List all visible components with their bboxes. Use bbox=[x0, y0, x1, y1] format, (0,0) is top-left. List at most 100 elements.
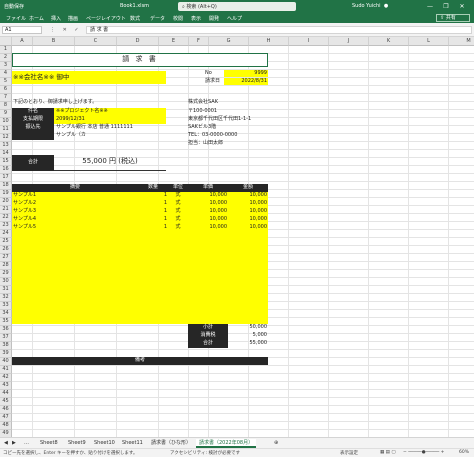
item-name[interactable]: サンプル1 bbox=[13, 192, 133, 199]
row-header[interactable]: 35 bbox=[0, 318, 12, 326]
item-qty[interactable]: 1 bbox=[138, 200, 167, 207]
tab-file[interactable]: ファイル bbox=[6, 15, 26, 22]
column-header[interactable]: L bbox=[409, 37, 449, 46]
row-header[interactable]: 1 bbox=[0, 46, 12, 54]
row-header[interactable]: 4 bbox=[0, 70, 12, 78]
name-box[interactable]: A1 bbox=[2, 26, 42, 34]
grand-total-value[interactable]: 55,000 bbox=[228, 340, 268, 347]
sheet-tab-sheet11[interactable]: Sheet11 bbox=[122, 439, 143, 448]
row-header[interactable]: 29 bbox=[0, 270, 12, 278]
row-header[interactable]: 34 bbox=[0, 310, 12, 318]
item-name[interactable]: サンプル4 bbox=[13, 216, 133, 223]
row-header[interactable]: 11 bbox=[0, 126, 12, 134]
row-header[interactable]: 31 bbox=[0, 286, 12, 294]
customer-name[interactable]: ※※会社名※※ 御中 bbox=[13, 74, 69, 81]
row-header[interactable]: 18 bbox=[0, 182, 12, 190]
item-unit[interactable]: 式 bbox=[168, 224, 188, 231]
column-header[interactable]: D bbox=[117, 37, 159, 46]
row-header[interactable]: 37 bbox=[0, 334, 12, 342]
row-header[interactable]: 9 bbox=[0, 110, 12, 118]
user-name[interactable]: Sudo Yuichi bbox=[352, 3, 381, 9]
bank-line-2[interactable]: サンプル（カ bbox=[56, 132, 86, 139]
tab-help[interactable]: ヘルプ bbox=[227, 15, 242, 22]
tab-draw[interactable]: 描画 bbox=[68, 15, 78, 22]
row-header[interactable]: 36 bbox=[0, 326, 12, 334]
item-unit[interactable]: 式 bbox=[168, 200, 188, 207]
tab-home[interactable]: ホーム bbox=[29, 15, 44, 22]
row-header[interactable]: 26 bbox=[0, 246, 12, 254]
company-name[interactable]: 株式会社SAK bbox=[188, 99, 218, 106]
company-staff[interactable]: 担当：山田太郎 bbox=[188, 140, 223, 147]
row-header[interactable]: 21 bbox=[0, 206, 12, 214]
row-header[interactable]: 30 bbox=[0, 278, 12, 286]
row-header[interactable]: 39 bbox=[0, 350, 12, 358]
minimize-button[interactable]: — bbox=[426, 2, 434, 11]
row-header[interactable]: 2 bbox=[0, 54, 12, 62]
add-sheet-icon[interactable]: ⊕ bbox=[274, 439, 278, 448]
item-price[interactable]: 10,000 bbox=[188, 224, 228, 231]
search-box[interactable]: ⌕ 検索 (Alt+Q) bbox=[178, 2, 296, 11]
due-value[interactable]: 2099/12/31 bbox=[56, 116, 85, 123]
item-amount[interactable]: 10,000 bbox=[228, 200, 268, 207]
column-header[interactable]: J bbox=[329, 37, 369, 46]
sheet-tab-sheet8[interactable]: Sheet8 bbox=[40, 439, 58, 448]
share-button[interactable]: ⇪ 共有 bbox=[436, 14, 470, 22]
tab-formulas[interactable]: 数式 bbox=[130, 15, 140, 22]
tab-scroll-left-icon[interactable]: ◀ bbox=[4, 439, 8, 448]
item-qty[interactable]: 1 bbox=[138, 192, 167, 199]
total-value[interactable]: 55,000 円 (税込) bbox=[54, 158, 166, 165]
column-header[interactable]: M bbox=[449, 37, 474, 46]
column-header[interactable]: H bbox=[249, 37, 289, 46]
row-header[interactable]: 15 bbox=[0, 158, 12, 166]
row-header[interactable]: 32 bbox=[0, 294, 12, 302]
item-price[interactable]: 10,000 bbox=[188, 200, 228, 207]
row-header[interactable]: 7 bbox=[0, 94, 12, 102]
view-mode-icons[interactable]: ▦ ▤ ▢ bbox=[380, 450, 396, 455]
tax-value[interactable]: 5,000 bbox=[228, 332, 267, 339]
greeting-text[interactable]: 下記のとおり、御請求申し上げます。 bbox=[13, 99, 97, 106]
row-header[interactable]: 33 bbox=[0, 302, 12, 310]
company-building[interactable]: SAKビル3階 bbox=[188, 124, 216, 131]
row-header[interactable]: 27 bbox=[0, 254, 12, 262]
close-button[interactable]: ✕ bbox=[458, 2, 466, 11]
row-header[interactable]: 28 bbox=[0, 262, 12, 270]
row-header[interactable]: 12 bbox=[0, 134, 12, 142]
column-header[interactable]: G bbox=[209, 37, 249, 46]
item-name[interactable]: サンプル2 bbox=[13, 200, 133, 207]
tab-view[interactable]: 表示 bbox=[191, 15, 201, 22]
item-amount[interactable]: 10,000 bbox=[228, 192, 268, 199]
row-header[interactable]: 47 bbox=[0, 414, 12, 422]
tab-scroll-right-icon[interactable]: ▶ bbox=[12, 439, 16, 448]
sheet-tab-template[interactable]: 請求書（ひな形） bbox=[151, 439, 191, 448]
zoom-level[interactable]: 60% bbox=[459, 450, 469, 455]
column-header[interactable]: F bbox=[189, 37, 209, 46]
worksheet-grid[interactable]: ABCDEFGHIJKLM 1 2 3 4 5 6 7 8 9 10 11 12 13 14 15 16 17 1… bbox=[0, 37, 474, 437]
item-unit[interactable]: 式 bbox=[168, 192, 188, 199]
accessibility-status[interactable]: アクセシビリティ: 検討が必要です bbox=[170, 450, 240, 456]
sheet-tab-sheet9[interactable]: Sheet9 bbox=[68, 439, 86, 448]
bank-line-1[interactable]: サンプル銀行 本店 普通 1111111 bbox=[56, 124, 133, 131]
row-header[interactable]: 44 bbox=[0, 390, 12, 398]
row-header[interactable]: 24 bbox=[0, 230, 12, 238]
column-header[interactable]: C bbox=[75, 37, 117, 46]
item-price[interactable]: 10,000 bbox=[188, 208, 228, 215]
row-header[interactable]: 8 bbox=[0, 102, 12, 110]
row-header[interactable]: 10 bbox=[0, 118, 12, 126]
item-name[interactable]: サンプル5 bbox=[13, 224, 133, 231]
select-all-corner[interactable] bbox=[0, 37, 12, 46]
sheet-tab-active[interactable]: 請求書（2022年08月） bbox=[196, 439, 257, 448]
sheet-tab-sheet10[interactable]: Sheet10 bbox=[94, 439, 115, 448]
item-amount[interactable]: 10,000 bbox=[228, 224, 268, 231]
row-header[interactable]: 3 bbox=[0, 62, 12, 70]
column-header[interactable]: I bbox=[289, 37, 329, 46]
zoom-slider[interactable]: − ─────●───── + bbox=[403, 450, 444, 455]
sheet-tab-more[interactable]: … bbox=[24, 439, 29, 448]
subject-value[interactable]: ※※プロジェクト名※※ bbox=[56, 108, 108, 115]
company-tel[interactable]: TEL：03-0000-0000 bbox=[188, 132, 237, 139]
subtotal-value[interactable]: 50,000 bbox=[228, 324, 268, 331]
item-amount[interactable]: 10,000 bbox=[228, 216, 268, 223]
invoice-date[interactable]: 2022/8/31 bbox=[224, 78, 267, 85]
display-settings[interactable]: 表示設定 bbox=[340, 450, 358, 456]
row-header[interactable]: 23 bbox=[0, 222, 12, 230]
restore-button[interactable]: ❐ bbox=[442, 2, 450, 11]
